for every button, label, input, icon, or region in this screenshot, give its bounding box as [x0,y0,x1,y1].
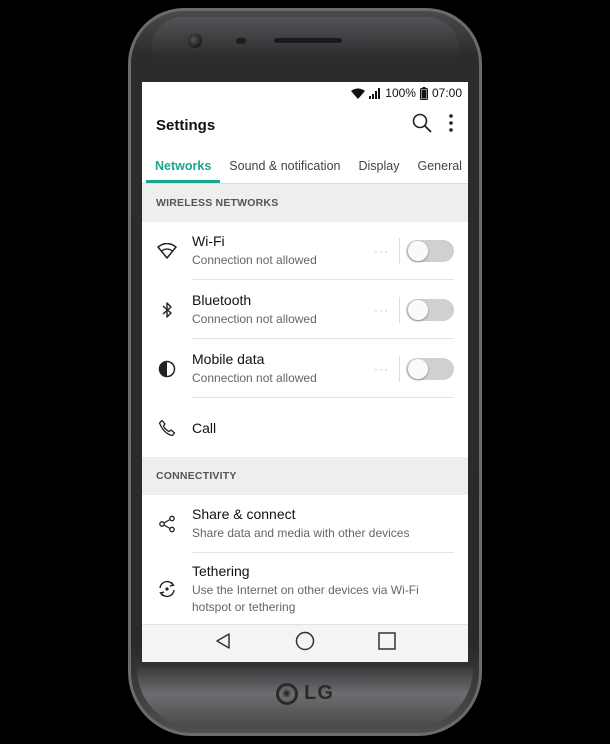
section-header-wireless: WIRELESS NETWORKS [142,184,468,222]
phone-chin: ◉ LG [137,667,473,727]
mobile-data-icon [156,360,178,378]
lg-logo-icon: ◉ [276,682,299,705]
battery-percent: 100% [385,86,416,100]
tab-display[interactable]: Display [349,159,408,183]
section-header-connectivity: CONNECTIVITY [142,457,468,495]
tethering-icon [156,580,178,598]
list-item-bluetooth[interactable]: Bluetooth Connection not allowed ··· [142,280,468,339]
list-item-call[interactable]: Call [142,398,468,457]
mobile-data-subtitle: Connection not allowed [192,370,317,385]
divider [399,238,400,264]
phone-screen: 100% 07:00 Settings Networks Sound & not… [142,82,468,662]
share-icon [156,515,178,533]
wifi-title: Wi-Fi [192,233,225,250]
home-icon[interactable] [295,631,315,656]
divider [399,355,400,382]
brand-logo: ◉ LG [137,682,473,705]
status-bar: 100% 07:00 [142,82,468,104]
front-camera [187,33,203,49]
share-connect-title: Share & connect [192,506,296,523]
more-vert-icon[interactable] [448,113,454,138]
list-item-share-connect[interactable]: Share & connect Share data and media wit… [142,495,468,553]
toggle-knob [408,299,428,320]
toggle-knob [408,241,428,261]
navigation-bar [142,624,468,662]
bluetooth-toggle[interactable] [406,298,454,321]
bluetooth-title: Bluetooth [192,291,252,308]
search-icon[interactable] [412,113,432,138]
battery-icon [419,86,428,100]
earpiece-speaker [273,37,343,44]
wifi-subtitle: Connection not allowed [192,253,317,268]
tab-sound-notification[interactable]: Sound & notification [220,159,349,183]
tethering-subtitle: Use the Internet on other devices via Wi… [192,583,419,614]
wifi-toggle[interactable] [406,240,454,262]
bluetooth-icon [156,301,178,319]
share-connect-subtitle: Share data and media with other devices [192,526,410,541]
wifi-icon [351,88,366,99]
proximity-sensor [235,37,247,45]
tab-networks[interactable]: Networks [146,159,221,183]
mobile-data-toggle[interactable] [406,357,454,380]
recents-icon[interactable] [378,632,397,655]
tab-general[interactable]: General [408,159,468,183]
mobile-data-title: Mobile data [192,350,265,367]
back-icon[interactable] [214,632,232,655]
list-item-tethering[interactable]: Tethering Use the Internet on other devi… [142,553,468,625]
phone-icon [156,419,178,437]
app-bar: Settings [142,104,468,146]
call-title: Call [192,419,217,436]
page-title: Settings [156,116,216,134]
toggle-knob [408,358,428,379]
signal-icon [369,87,381,99]
divider [399,296,400,323]
brand-text: LG [304,682,334,704]
wifi-outline-icon [156,243,178,259]
bluetooth-subtitle: Connection not allowed [192,311,317,326]
list-item-mobile-data[interactable]: Mobile data Connection not allowed ··· [142,339,468,398]
status-time: 07:00 [431,86,462,100]
bluetooth-more-dots[interactable]: ··· [374,303,389,317]
wifi-more-dots[interactable]: ··· [374,244,389,258]
mobile-data-more-dots[interactable]: ··· [374,362,389,376]
tethering-title: Tethering [192,563,250,580]
tab-bar: Networks Sound & notification Display Ge… [142,146,468,184]
list-item-wifi[interactable]: Wi-Fi Connection not allowed ··· [142,222,468,280]
